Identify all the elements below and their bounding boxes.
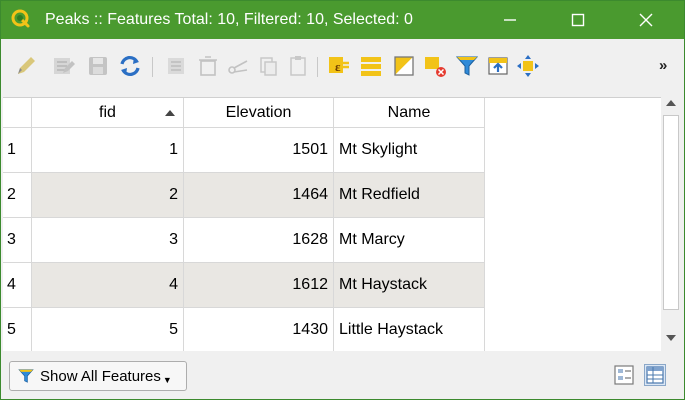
- scroll-down-icon[interactable]: [666, 335, 676, 341]
- cell-name[interactable]: Little Haystack: [334, 308, 485, 352]
- column-header-label: Name: [387, 103, 431, 121]
- table-view-icon: [646, 366, 664, 384]
- row-number[interactable]: 4: [3, 263, 32, 308]
- row-number[interactable]: 2: [3, 173, 32, 218]
- cell-fid[interactable]: 3: [32, 218, 184, 263]
- filter-icon[interactable]: [454, 53, 480, 79]
- invert-selection-icon[interactable]: [391, 53, 417, 79]
- cell-elevation[interactable]: 1612: [184, 263, 334, 308]
- cell-name[interactable]: Mt Redfield: [334, 173, 485, 218]
- qgis-logo-icon: [11, 9, 30, 28]
- filter-icon: [18, 369, 34, 383]
- select-all-icon[interactable]: [358, 53, 384, 79]
- pencil-icon[interactable]: [13, 53, 39, 79]
- bottom-bar: Show All Features ▼: [1, 351, 684, 399]
- table-view-button[interactable]: [644, 364, 666, 386]
- column-header-label: Elevation: [225, 103, 292, 121]
- show-all-features-button[interactable]: Show All Features ▼: [9, 361, 187, 391]
- cell-fid[interactable]: 5: [32, 308, 184, 352]
- dropdown-caret-icon: ▼: [162, 375, 172, 385]
- cell-name[interactable]: Mt Haystack: [334, 263, 485, 308]
- vertical-scrollbar[interactable]: [661, 97, 681, 351]
- cell-elevation[interactable]: 1628: [184, 218, 334, 263]
- table-row[interactable]: 5 5 1430 Little Haystack: [3, 308, 485, 352]
- cell-name[interactable]: Mt Marcy: [334, 218, 485, 263]
- cell-elevation[interactable]: 1501: [184, 128, 334, 173]
- multi-edit-icon[interactable]: [51, 53, 77, 79]
- toolbar: ε »: [1, 39, 684, 97]
- form-view-icon: [614, 365, 634, 385]
- add-feature-icon[interactable]: [164, 53, 190, 79]
- table-row[interactable]: 1 1 1501 Mt Skylight: [3, 128, 485, 173]
- attribute-table-window: Peaks :: Features Total: 10, Filtered: 1…: [0, 0, 685, 400]
- paste-icon[interactable]: [285, 53, 311, 79]
- form-view-button[interactable]: [613, 364, 635, 386]
- column-header-fid[interactable]: fid: [32, 98, 184, 128]
- cell-fid[interactable]: 4: [32, 263, 184, 308]
- scroll-up-icon[interactable]: [666, 100, 676, 106]
- minimize-icon: [504, 19, 516, 21]
- copy-icon[interactable]: [255, 53, 281, 79]
- column-header-name[interactable]: Name: [334, 98, 485, 128]
- title-bar[interactable]: Peaks :: Features Total: 10, Filtered: 1…: [1, 1, 684, 39]
- delete-icon[interactable]: [195, 53, 221, 79]
- table-row[interactable]: 3 3 1628 Mt Marcy: [3, 218, 485, 263]
- table-row[interactable]: 2 2 1464 Mt Redfield: [3, 173, 485, 218]
- maximize-icon: [571, 13, 585, 27]
- show-all-features-label: Show All Features: [40, 367, 161, 385]
- row-number[interactable]: 1: [3, 128, 32, 173]
- pan-to-selection-icon[interactable]: [515, 53, 541, 79]
- column-header-elevation[interactable]: Elevation: [184, 98, 334, 128]
- cut-icon[interactable]: [225, 53, 251, 79]
- toolbar-overflow-button[interactable]: »: [659, 57, 667, 74]
- table-row[interactable]: 4 4 1612 Mt Haystack: [3, 263, 485, 308]
- deselect-icon[interactable]: [422, 53, 448, 79]
- cell-fid[interactable]: 1: [32, 128, 184, 173]
- cell-elevation[interactable]: 1464: [184, 173, 334, 218]
- scrollbar-thumb[interactable]: [663, 115, 679, 310]
- row-number[interactable]: 5: [3, 308, 32, 352]
- sort-ascending-icon: [165, 110, 175, 116]
- reload-icon[interactable]: [117, 53, 143, 79]
- maximize-button[interactable]: [555, 1, 601, 39]
- attribute-table: fid Elevation Name 1 1 1501 Mt Skylight …: [3, 97, 661, 352]
- corner-header[interactable]: [3, 98, 32, 128]
- cell-elevation[interactable]: 1430: [184, 308, 334, 352]
- close-icon: [639, 13, 653, 27]
- move-selection-top-icon[interactable]: [485, 53, 511, 79]
- minimize-button[interactable]: [487, 1, 533, 39]
- column-header-label: fid: [99, 103, 116, 121]
- window-title: Peaks :: Features Total: 10, Filtered: 1…: [45, 11, 413, 28]
- close-button[interactable]: [623, 1, 669, 39]
- save-icon[interactable]: [85, 53, 111, 79]
- row-number[interactable]: 3: [3, 218, 32, 263]
- cell-name[interactable]: Mt Skylight: [334, 128, 485, 173]
- cell-fid[interactable]: 2: [32, 173, 184, 218]
- expression-select-icon[interactable]: ε: [326, 53, 352, 79]
